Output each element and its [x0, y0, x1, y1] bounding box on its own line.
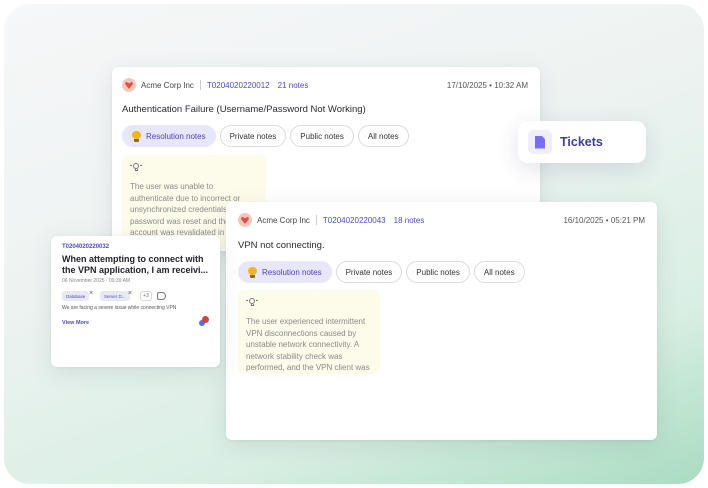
company-logo-icon — [238, 213, 252, 227]
tab-private-notes[interactable]: Private notes — [335, 261, 403, 283]
lightbulb-icon — [248, 266, 257, 278]
ticket-title-line-2: the VPN application, I am receivi... — [62, 265, 209, 275]
tag-chip[interactable]: Server D... — [100, 291, 130, 301]
divider — [199, 80, 201, 90]
lightbulb-outline-icon — [130, 161, 142, 173]
tab-resolution-notes[interactable]: Resolution notes — [238, 261, 332, 283]
document-icon — [528, 130, 552, 154]
ticket-date: 17/10/2025 • 10:32 AM — [446, 81, 528, 90]
ticket-id: T0204020220032 — [62, 244, 110, 250]
add-tag-icon[interactable] — [157, 292, 166, 300]
ticket-header: Acme Corp Inc T0204020220043 18 notes — [238, 213, 424, 227]
ticket-title: VPN not connecting. — [238, 240, 325, 251]
lightbulb-outline-icon — [246, 296, 258, 308]
view-more-link[interactable]: View More — [62, 320, 89, 326]
lightbulb-icon — [132, 130, 141, 142]
company-name: Acme Corp Inc — [141, 80, 194, 90]
resolution-note: The user experienced intermittent VPN di… — [238, 290, 380, 374]
ticket-id-link[interactable]: T0204020220043 — [323, 216, 386, 225]
ticket-card-front: Acme Corp Inc T0204020220043 18 notes 16… — [226, 202, 657, 440]
ticket-id-link[interactable]: T0204020220012 — [207, 81, 270, 90]
tab-public-notes[interactable]: Public notes — [290, 125, 354, 147]
remove-tag-icon[interactable]: × — [89, 290, 93, 297]
ticket-title: Authentication Failure (Username/Passwor… — [122, 104, 366, 115]
tab-public-notes[interactable]: Public notes — [406, 261, 470, 283]
notes-count-link[interactable]: 21 notes — [278, 81, 309, 90]
company-name: Acme Corp Inc — [257, 215, 310, 225]
tab-all-notes[interactable]: All notes — [357, 125, 409, 147]
notes-tabs: Resolution notes Private notes Public no… — [238, 261, 525, 283]
tag-chip[interactable]: Database — [62, 291, 90, 301]
ticket-date: 06 November 2025 · 09:39 AM — [62, 278, 131, 284]
ticket-header: Acme Corp Inc T0204020220012 21 notes — [122, 78, 308, 92]
more-tags-button[interactable]: +3 — [140, 291, 152, 301]
remove-tag-icon[interactable]: × — [128, 290, 132, 297]
ticket-date: 16/10/2025 • 05:21 PM — [563, 216, 645, 225]
tab-private-notes[interactable]: Private notes — [219, 125, 287, 147]
tickets-badge[interactable]: Tickets — [518, 121, 646, 163]
company-logo-icon — [122, 78, 136, 92]
tab-all-notes[interactable]: All notes — [473, 261, 525, 283]
ticket-description: We are facing a severe issue while conne… — [62, 305, 177, 311]
tab-resolution-notes[interactable]: Resolution notes — [122, 125, 216, 147]
notification-badge-icon — [202, 316, 209, 323]
divider — [315, 215, 317, 225]
ticket-mini-card[interactable]: T0204020220032 When attempting to connec… — [51, 236, 220, 367]
notes-tabs: Resolution notes Private notes Public no… — [122, 125, 409, 147]
ticket-title-line-1: When attempting to connect with — [62, 254, 204, 264]
notes-count-link[interactable]: 18 notes — [394, 216, 425, 225]
tickets-label: Tickets — [560, 135, 603, 149]
